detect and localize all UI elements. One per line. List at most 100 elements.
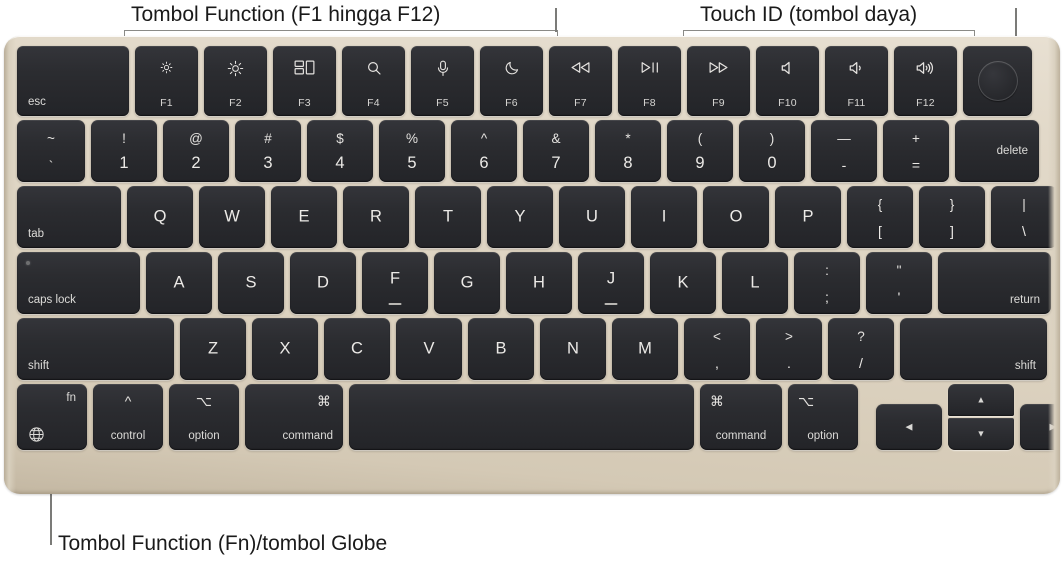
key-minus[interactable]: — -	[811, 120, 877, 182]
key-4-upper: $	[336, 131, 344, 146]
key-4[interactable]: $ 4	[307, 120, 373, 182]
key-3-upper: #	[264, 131, 272, 146]
key-command-right[interactable]: ⌘ command	[700, 384, 782, 450]
key-z[interactable]: Z	[180, 318, 246, 380]
key-8[interactable]: * 8	[595, 120, 661, 182]
key-f7[interactable]: F7	[549, 46, 612, 116]
key-y[interactable]: Y	[487, 186, 553, 248]
key-v-label: V	[423, 339, 435, 358]
key-semicolon[interactable]: : ;	[794, 252, 860, 314]
key-space[interactable]	[349, 384, 694, 450]
key-fn-label: fn	[66, 392, 76, 404]
key-arrow-left[interactable]: ◀	[876, 404, 942, 450]
key-3[interactable]: # 3	[235, 120, 301, 182]
key-f6[interactable]: F6	[480, 46, 543, 116]
key-s-label: S	[245, 273, 257, 292]
key-q-label: Q	[153, 207, 167, 226]
key-h[interactable]: H	[506, 252, 572, 314]
key-shift-right[interactable]: shift	[900, 318, 1047, 380]
key-option-right-symbol: ⌥	[798, 393, 815, 409]
key-a-label: A	[173, 273, 185, 292]
key-touch-id[interactable]	[963, 46, 1032, 116]
key-t[interactable]: T	[415, 186, 481, 248]
key-shift-right-label: shift	[1014, 360, 1036, 372]
callout-touch-id-label: Touch ID (tombol daya)	[700, 3, 918, 26]
key-o[interactable]: O	[703, 186, 769, 248]
key-v[interactable]: V	[396, 318, 462, 380]
key-slash[interactable]: ? /	[828, 318, 894, 380]
key-i[interactable]: I	[631, 186, 697, 248]
key-1-upper: !	[122, 131, 126, 146]
key-w[interactable]: W	[199, 186, 265, 248]
key-grave-lower: `	[48, 158, 54, 173]
key-2[interactable]: @ 2	[163, 120, 229, 182]
key-option-right[interactable]: ⌥ option	[788, 384, 858, 450]
key-backslash[interactable]: | \	[991, 186, 1057, 248]
key-f-label: F	[389, 269, 401, 288]
key-shift-left-label: shift	[28, 360, 50, 372]
key-l-label: L	[750, 273, 760, 292]
key-f12[interactable]: F12	[894, 46, 957, 116]
key-f11[interactable]: F11	[825, 46, 888, 116]
key-r[interactable]: R	[343, 186, 409, 248]
key-s[interactable]: S	[218, 252, 284, 314]
key-f[interactable]: F	[362, 252, 428, 314]
key-f2[interactable]: F2	[204, 46, 267, 116]
callout-fn-globe-label: Tombol Function (Fn)/tombol Globe	[58, 532, 388, 555]
key-p[interactable]: P	[775, 186, 841, 248]
key-delete[interactable]: delete	[955, 120, 1039, 182]
key-bracket-right-upper: }	[949, 197, 955, 212]
key-5[interactable]: % 5	[379, 120, 445, 182]
key-q[interactable]: Q	[127, 186, 193, 248]
key-bracket-right[interactable]: } ]	[919, 186, 985, 248]
key-f5[interactable]: F5	[411, 46, 474, 116]
key-option-left[interactable]: ⌥ option	[169, 384, 239, 450]
brightness-up-icon	[204, 60, 267, 78]
key-f1[interactable]: F1	[135, 46, 198, 116]
key-f3[interactable]: F3	[273, 46, 336, 116]
key-b[interactable]: B	[468, 318, 534, 380]
key-grave[interactable]: ~ `	[17, 120, 85, 182]
key-fn-globe[interactable]: fn	[17, 384, 87, 450]
key-command-left[interactable]: ⌘ command	[245, 384, 343, 450]
key-shift-left[interactable]: shift	[17, 318, 174, 380]
key-tab[interactable]: tab	[17, 186, 121, 248]
key-7-lower: 7	[551, 154, 561, 172]
key-bracket-left[interactable]: { [	[847, 186, 913, 248]
key-f5-label: F5	[436, 97, 449, 109]
key-period[interactable]: > .	[756, 318, 822, 380]
key-1[interactable]: ! 1	[91, 120, 157, 182]
key-x[interactable]: X	[252, 318, 318, 380]
key-f4[interactable]: F4	[342, 46, 405, 116]
key-m[interactable]: M	[612, 318, 678, 380]
key-quote[interactable]: " '	[866, 252, 932, 314]
key-n[interactable]: N	[540, 318, 606, 380]
key-k[interactable]: K	[650, 252, 716, 314]
key-esc[interactable]: esc	[17, 46, 129, 116]
key-7[interactable]: & 7	[523, 120, 589, 182]
key-l[interactable]: L	[722, 252, 788, 314]
key-u[interactable]: U	[559, 186, 625, 248]
key-g[interactable]: G	[434, 252, 500, 314]
key-equals[interactable]: + =	[883, 120, 949, 182]
key-arrow-up[interactable]: ▲	[948, 384, 1014, 416]
key-e[interactable]: E	[271, 186, 337, 248]
key-j[interactable]: J	[578, 252, 644, 314]
key-arrow-right[interactable]: ▶	[1020, 404, 1060, 450]
key-f8[interactable]: F8	[618, 46, 681, 116]
key-n-label: N	[567, 339, 579, 358]
key-period-lower: .	[787, 355, 791, 371]
key-comma[interactable]: < ,	[684, 318, 750, 380]
key-caps-lock[interactable]: caps lock	[17, 252, 140, 314]
key-6[interactable]: ^ 6	[451, 120, 517, 182]
key-9[interactable]: ( 9	[667, 120, 733, 182]
key-0[interactable]: ) 0	[739, 120, 805, 182]
key-arrow-down[interactable]: ▼	[948, 418, 1014, 450]
key-f9[interactable]: F9	[687, 46, 750, 116]
key-c[interactable]: C	[324, 318, 390, 380]
key-a[interactable]: A	[146, 252, 212, 314]
key-d[interactable]: D	[290, 252, 356, 314]
key-return[interactable]: return	[938, 252, 1051, 314]
key-control-left[interactable]: ^ control	[93, 384, 163, 450]
key-f10[interactable]: F10	[756, 46, 819, 116]
